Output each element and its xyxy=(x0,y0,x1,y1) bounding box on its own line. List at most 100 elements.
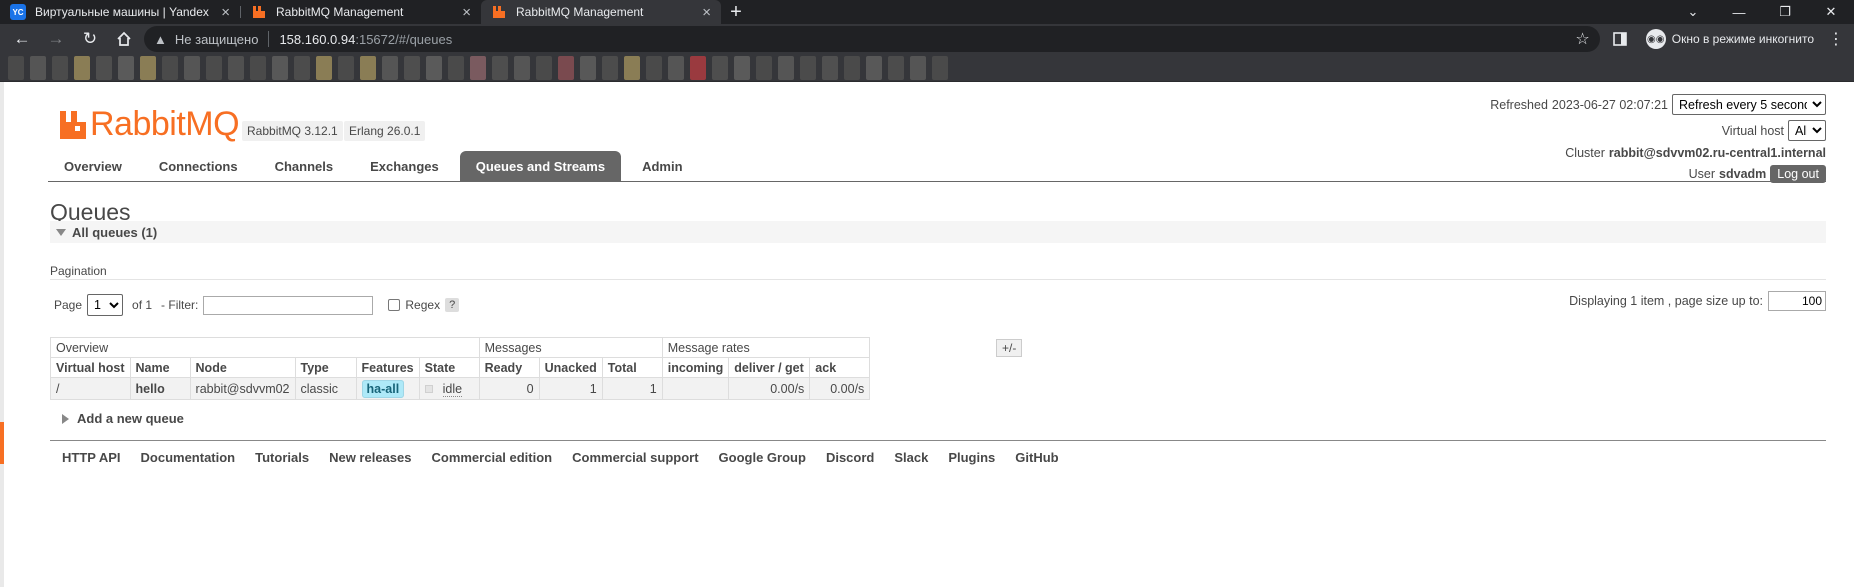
close-icon[interactable]: × xyxy=(462,5,471,20)
bookmark-item[interactable] xyxy=(338,55,354,80)
browser-tab-rabbitmq-2[interactable]: RabbitMQ Management × xyxy=(481,0,721,24)
footer-link-tutorials[interactable]: Tutorials xyxy=(255,450,309,465)
home-icon[interactable] xyxy=(110,26,138,52)
bookmark-item[interactable] xyxy=(646,55,662,80)
table-row[interactable]: / hello rabbit@sdvvm02 classic ha-all id… xyxy=(50,377,871,400)
bookmark-item[interactable] xyxy=(778,55,794,80)
bookmark-item[interactable] xyxy=(844,55,860,80)
footer-link-github[interactable]: GitHub xyxy=(1015,450,1058,465)
browser-tab-rabbitmq-1[interactable]: RabbitMQ Management × xyxy=(241,0,481,24)
bookmark-item[interactable] xyxy=(888,55,904,80)
column-options-button[interactable]: +/- xyxy=(996,339,1023,357)
bookmark-item[interactable] xyxy=(668,55,684,80)
footer-link-commercial-support[interactable]: Commercial support xyxy=(572,450,698,465)
close-icon[interactable]: × xyxy=(702,5,711,20)
bookmark-item[interactable] xyxy=(184,55,200,80)
reload-icon[interactable]: ↻ xyxy=(76,26,104,52)
tab-queues-and-streams[interactable]: Queues and Streams xyxy=(459,151,622,181)
tab-admin[interactable]: Admin xyxy=(626,151,698,181)
col-total[interactable]: Total xyxy=(601,357,663,378)
page-select[interactable]: 1 xyxy=(87,294,124,316)
col-ready[interactable]: Ready xyxy=(478,357,540,378)
tab-exchanges[interactable]: Exchanges xyxy=(354,151,455,181)
bookmark-item[interactable] xyxy=(118,55,134,80)
col-incoming[interactable]: incoming xyxy=(661,357,730,378)
bookmark-star-icon[interactable]: ☆ xyxy=(1575,29,1589,49)
col-type[interactable]: Type xyxy=(294,357,357,378)
col-virtual-host[interactable]: Virtual host xyxy=(50,357,131,378)
bookmark-item[interactable] xyxy=(514,55,530,80)
bookmark-item[interactable] xyxy=(800,55,816,80)
col-features[interactable]: Features xyxy=(355,357,420,378)
footer-link-google-group[interactable]: Google Group xyxy=(719,450,806,465)
tab-channels[interactable]: Channels xyxy=(259,151,350,181)
bookmark-item[interactable] xyxy=(426,55,442,80)
bookmark-item[interactable] xyxy=(602,55,618,80)
add-queue-section-toggle[interactable]: Add a new queue xyxy=(62,411,184,426)
bookmark-item[interactable] xyxy=(228,55,244,80)
virtual-host-select[interactable]: All xyxy=(1788,120,1826,141)
bookmark-item[interactable] xyxy=(822,55,838,80)
address-bar[interactable]: ▲ Не защищено 158.160.0.94:15672/#/queue… xyxy=(144,26,1600,52)
restore-icon[interactable]: ❐ xyxy=(1762,0,1808,24)
side-panel-icon[interactable] xyxy=(1606,26,1634,52)
bookmark-item[interactable] xyxy=(580,55,596,80)
bookmark-item[interactable] xyxy=(8,55,24,80)
browser-menu-icon[interactable]: ⋮ xyxy=(1826,29,1846,49)
warning-triangle-icon[interactable]: ▲ xyxy=(154,32,167,47)
bookmark-item[interactable] xyxy=(866,55,882,80)
close-icon[interactable]: × xyxy=(221,5,230,20)
regex-help-button[interactable]: ? xyxy=(445,298,460,312)
footer-link-http-api[interactable]: HTTP API xyxy=(62,450,121,465)
bookmark-item[interactable] xyxy=(624,55,640,80)
bookmark-item[interactable] xyxy=(316,55,332,80)
bookmark-item[interactable] xyxy=(74,55,90,80)
refresh-interval-select[interactable]: Refresh every 5 seconds xyxy=(1672,94,1826,115)
bookmark-item[interactable] xyxy=(448,55,464,80)
bookmark-item[interactable] xyxy=(294,55,310,80)
regex-checkbox[interactable] xyxy=(388,299,401,311)
security-status-label[interactable]: Не защищено xyxy=(175,32,259,47)
url-text[interactable]: 158.160.0.94:15672/#/queues xyxy=(279,32,452,47)
footer-link-new-releases[interactable]: New releases xyxy=(329,450,411,465)
forward-arrow-icon[interactable]: → xyxy=(42,26,70,52)
feature-badge-ha-all[interactable]: ha-all xyxy=(361,379,405,398)
footer-link-commercial-edition[interactable]: Commercial edition xyxy=(431,450,552,465)
bookmark-item[interactable] xyxy=(52,55,68,80)
browser-tab-yandex[interactable]: YC Виртуальные машины | Yandex C × xyxy=(0,0,240,24)
bookmark-item[interactable] xyxy=(558,55,574,80)
bookmark-item[interactable] xyxy=(932,55,948,80)
bookmark-item[interactable] xyxy=(162,55,178,80)
minimize-icon[interactable]: — xyxy=(1716,0,1762,24)
footer-link-discord[interactable]: Discord xyxy=(826,450,874,465)
window-close-icon[interactable]: ✕ xyxy=(1808,0,1854,24)
filter-input[interactable] xyxy=(203,295,374,315)
page-size-input[interactable] xyxy=(1768,291,1826,311)
bookmark-item[interactable] xyxy=(140,55,156,80)
col-name[interactable]: Name xyxy=(129,357,191,378)
bookmark-item[interactable] xyxy=(360,55,376,80)
footer-link-documentation[interactable]: Documentation xyxy=(141,450,236,465)
col-node[interactable]: Node xyxy=(189,357,296,378)
bookmark-item[interactable] xyxy=(206,55,222,80)
bookmark-item[interactable] xyxy=(96,55,112,80)
bookmark-item[interactable] xyxy=(734,55,750,80)
footer-link-slack[interactable]: Slack xyxy=(894,450,928,465)
tab-overview[interactable]: Overview xyxy=(48,151,138,181)
new-tab-button[interactable]: + xyxy=(721,0,751,24)
bookmark-item[interactable] xyxy=(250,55,266,80)
queue-name-link[interactable]: hello xyxy=(129,377,191,400)
bookmark-item[interactable] xyxy=(30,55,46,80)
all-queues-section-toggle[interactable]: All queues (1) xyxy=(50,221,1826,243)
bookmark-item[interactable] xyxy=(404,55,420,80)
col-ack[interactable]: ack xyxy=(809,357,871,378)
bookmark-item[interactable] xyxy=(690,55,706,80)
bookmark-item[interactable] xyxy=(382,55,398,80)
col-unacked[interactable]: Unacked xyxy=(538,357,603,378)
footer-link-plugins[interactable]: Plugins xyxy=(948,450,995,465)
bookmark-item[interactable] xyxy=(272,55,288,80)
bookmark-item[interactable] xyxy=(536,55,552,80)
incognito-indicator[interactable]: ◉◉ Окно в режиме инкогнито xyxy=(1640,29,1820,49)
bookmark-item[interactable] xyxy=(492,55,508,80)
col-state[interactable]: State xyxy=(418,357,480,378)
